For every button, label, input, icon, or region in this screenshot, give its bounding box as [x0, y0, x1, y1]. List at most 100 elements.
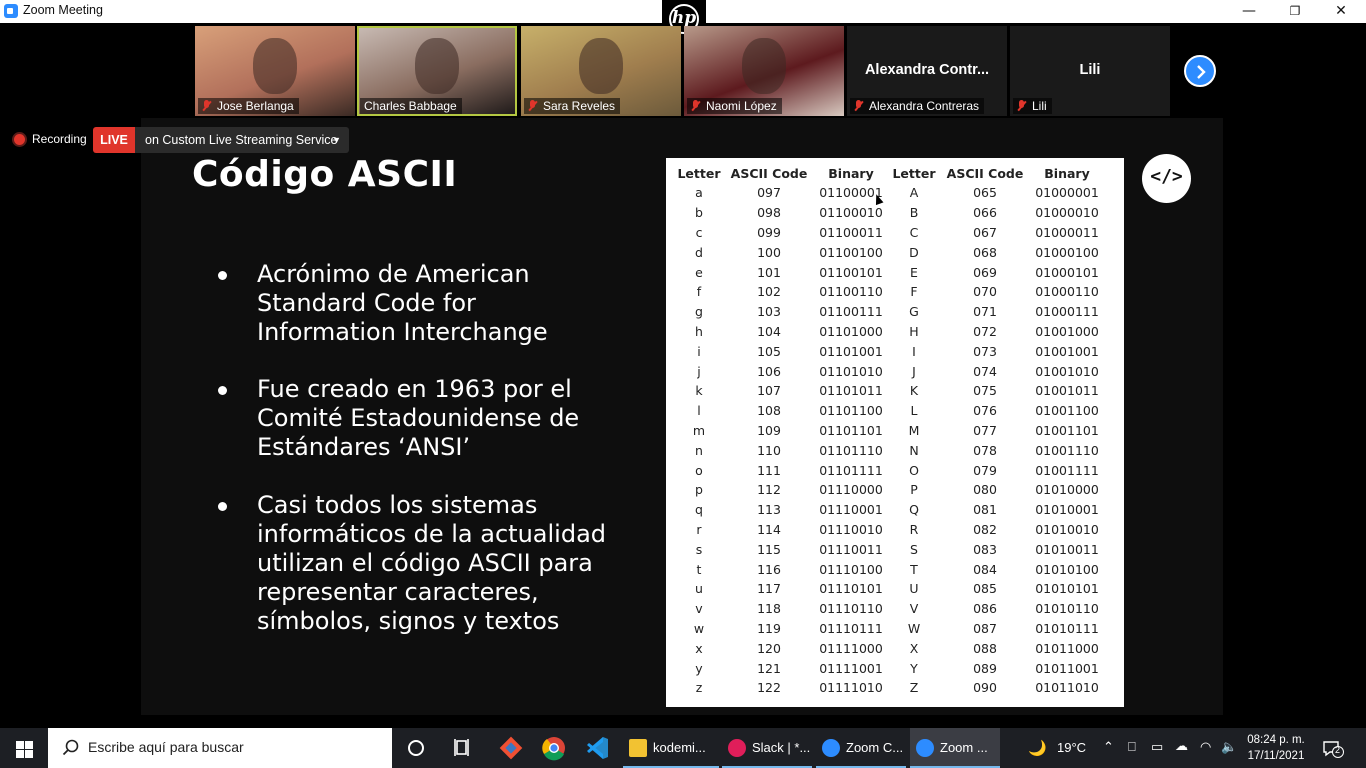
- table-cell: 01000010: [1035, 205, 1099, 221]
- table-cell: 121: [757, 660, 781, 676]
- cortana-button[interactable]: [395, 728, 438, 768]
- table-cell: 066: [973, 205, 997, 221]
- table-cell: 01010011: [1035, 541, 1099, 557]
- table-cell: 01011000: [1035, 640, 1099, 656]
- meet-now-icon[interactable]: ⎕: [1128, 739, 1136, 755]
- participant-name-tag: Sara Reveles: [524, 98, 621, 114]
- table-cell: 068: [973, 244, 997, 260]
- task-view-button[interactable]: [442, 728, 485, 768]
- table-cell: I: [912, 343, 916, 359]
- table-cell: Z: [909, 680, 919, 696]
- chrome-icon: [542, 737, 565, 761]
- table-cell: e: [695, 264, 703, 280]
- table-cell: A: [909, 185, 919, 201]
- participant-tile[interactable]: Charles Babbage: [357, 26, 517, 116]
- table-cell: 01010101: [1035, 581, 1099, 597]
- gitkraken-button[interactable]: [490, 728, 533, 768]
- table-cell: 01110100: [819, 561, 883, 577]
- participant-name-tag: Jose Berlanga: [198, 98, 299, 114]
- taskbar-app-button[interactable]: Zoom ...: [910, 728, 1000, 768]
- table-cell: 117: [757, 581, 781, 597]
- vscode-button[interactable]: [576, 728, 619, 768]
- taskbar-app-button[interactable]: Zoom C...: [816, 728, 906, 768]
- table-cell: 01101100: [819, 403, 883, 419]
- table-cell: 01011010: [1035, 680, 1099, 696]
- table-cell: j: [697, 363, 701, 379]
- table-row: e 101 01100101 E 069 01000101: [672, 262, 1102, 282]
- table-cell: q: [695, 502, 703, 518]
- table-cell: Q: [909, 502, 919, 518]
- chevron-up-icon[interactable]: ⌃: [1103, 739, 1114, 755]
- table-cell: 101: [757, 264, 781, 280]
- folder-icon: [629, 739, 647, 757]
- participant-tile[interactable]: Jose Berlanga: [195, 26, 355, 116]
- table-cell: 107: [757, 383, 781, 399]
- table-cell: 074: [973, 363, 997, 379]
- volume-icon[interactable]: 🔈: [1221, 739, 1237, 755]
- table-row: w 119 01110111 W 087 01010111: [672, 619, 1102, 639]
- taskbar-search-box[interactable]: Escribe aquí para buscar: [48, 728, 392, 768]
- table-row: y 121 01111001 Y 089 01011001: [672, 658, 1102, 678]
- participant-name: Sara Reveles: [543, 99, 616, 113]
- participant-name-tag: Charles Babbage: [360, 98, 462, 114]
- table-cell: x: [695, 640, 703, 656]
- table-cell: C: [909, 224, 919, 240]
- participant-video: [415, 38, 459, 94]
- participant-tile[interactable]: Lili Lili: [1010, 26, 1170, 116]
- table-cell: 079: [973, 462, 997, 478]
- table-cell: a: [695, 185, 703, 201]
- recording-label: Recording: [32, 132, 87, 146]
- table-cell: d: [695, 244, 703, 260]
- next-page-button[interactable]: [1184, 55, 1216, 87]
- table-cell: m: [692, 422, 706, 438]
- bullet-dot: [218, 502, 227, 511]
- taskbar-clock[interactable]: 08:24 p. m. 17/11/2021: [1244, 732, 1308, 764]
- table-cell: 01000001: [1035, 185, 1099, 201]
- participant-tile[interactable]: Naomi López: [684, 26, 844, 116]
- start-button[interactable]: [0, 728, 48, 768]
- table-cell: n: [695, 442, 703, 458]
- onedrive-icon[interactable]: ☁: [1175, 738, 1188, 754]
- participant-display-name: Lili: [1079, 62, 1101, 78]
- minimize-button[interactable]: —: [1226, 0, 1272, 23]
- table-cell: Y: [910, 660, 918, 676]
- table-body: a 097 01100001 A 065 01000001 b 098 01100010 B 066…: [672, 183, 1102, 698]
- participant-name-tag: Naomi López: [687, 98, 782, 114]
- battery-icon[interactable]: ▭: [1151, 739, 1163, 755]
- table-cell: 01010111: [1035, 620, 1099, 636]
- participant-tile[interactable]: Alexandra Contr... Alexandra Contreras: [847, 26, 1007, 116]
- bullet-item: Fue creado en 1963 por el Comité Estadou…: [218, 375, 618, 462]
- wifi-icon[interactable]: ◠: [1200, 739, 1211, 755]
- table-cell: 067: [973, 224, 997, 240]
- table-row: j 106 01101010 J 074 01001010: [672, 361, 1102, 381]
- taskbar-app-button[interactable]: kodemi...: [623, 728, 719, 768]
- bullet-item: Casi todos los sistemas informáticos de …: [218, 491, 618, 636]
- restore-button[interactable]: ❐: [1272, 0, 1318, 23]
- chrome-button[interactable]: [533, 728, 576, 768]
- table-row: l 108 01101100 L 076 01001100: [672, 401, 1102, 421]
- table-cell: 083: [973, 541, 997, 557]
- participant-tile[interactable]: Sara Reveles: [521, 26, 681, 116]
- table-row: h 104 01101000 H 072 01001000: [672, 322, 1102, 342]
- table-cell: 087: [973, 620, 997, 636]
- table-cell: 01110001: [819, 502, 883, 518]
- taskbar-app-button[interactable]: Slack | *...: [722, 728, 812, 768]
- notification-center-button[interactable]: 2: [1322, 740, 1344, 762]
- table-cell: k: [695, 383, 703, 399]
- table-cell: v: [695, 601, 703, 617]
- table-cell: 078: [973, 442, 997, 458]
- table-cell: t: [696, 561, 702, 577]
- weather-temperature[interactable]: 19°C: [1057, 740, 1086, 755]
- table-cell: 065: [973, 185, 997, 201]
- table-cell: 01010001: [1035, 502, 1099, 518]
- table-cell: 01110111: [819, 620, 883, 636]
- live-streaming-dropdown[interactable]: on Custom Live Streaming Service ▼: [135, 127, 349, 153]
- search-placeholder: Escribe aquí para buscar: [88, 739, 244, 755]
- table-cell: u: [695, 581, 703, 597]
- table-cell: 109: [757, 422, 781, 438]
- table-cell: D: [909, 244, 919, 260]
- table-row: s 115 01110011 S 083 01010011: [672, 539, 1102, 559]
- close-button[interactable]: ✕: [1318, 0, 1364, 23]
- weather-moon-icon: 🌙: [1028, 740, 1047, 757]
- table-cell: 072: [973, 323, 997, 339]
